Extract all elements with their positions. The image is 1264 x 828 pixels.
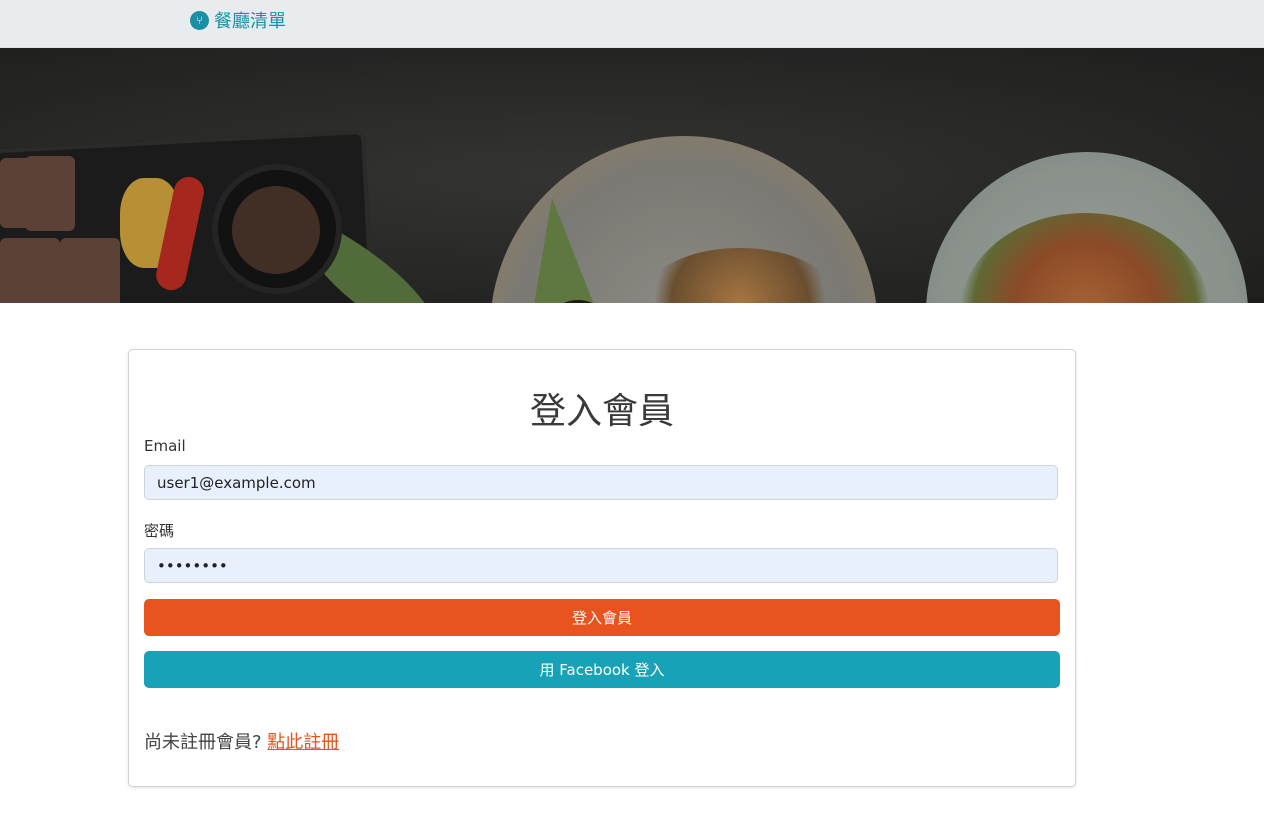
hero-banner-image — [0, 48, 1264, 303]
signup-prompt-text: 尚未註冊會員? — [144, 732, 262, 753]
email-field[interactable] — [144, 465, 1058, 500]
signup-prompt: 尚未註冊會員? 點此註冊 — [144, 728, 339, 754]
password-field[interactable] — [144, 548, 1058, 583]
login-card: 登入會員 Email 密碼 登入會員 用 Facebook 登入 尚未註冊會員?… — [128, 349, 1076, 787]
utensils-icon: ⑂ — [190, 10, 209, 30]
brand-link[interactable]: ⑂ 餐廳清單 — [190, 7, 286, 33]
login-button[interactable]: 登入會員 — [144, 599, 1060, 636]
facebook-login-button[interactable]: 用 Facebook 登入 — [144, 651, 1060, 688]
brand-label: 餐廳清單 — [214, 11, 286, 32]
password-label: 密碼 — [144, 522, 175, 540]
page-title: 登入會員 — [529, 391, 674, 432]
navbar: ⑂ 餐廳清單 — [0, 0, 1264, 48]
email-label: Email — [144, 437, 186, 455]
signup-link[interactable]: 點此註冊 — [267, 732, 339, 753]
banner-overlay — [0, 48, 1264, 303]
